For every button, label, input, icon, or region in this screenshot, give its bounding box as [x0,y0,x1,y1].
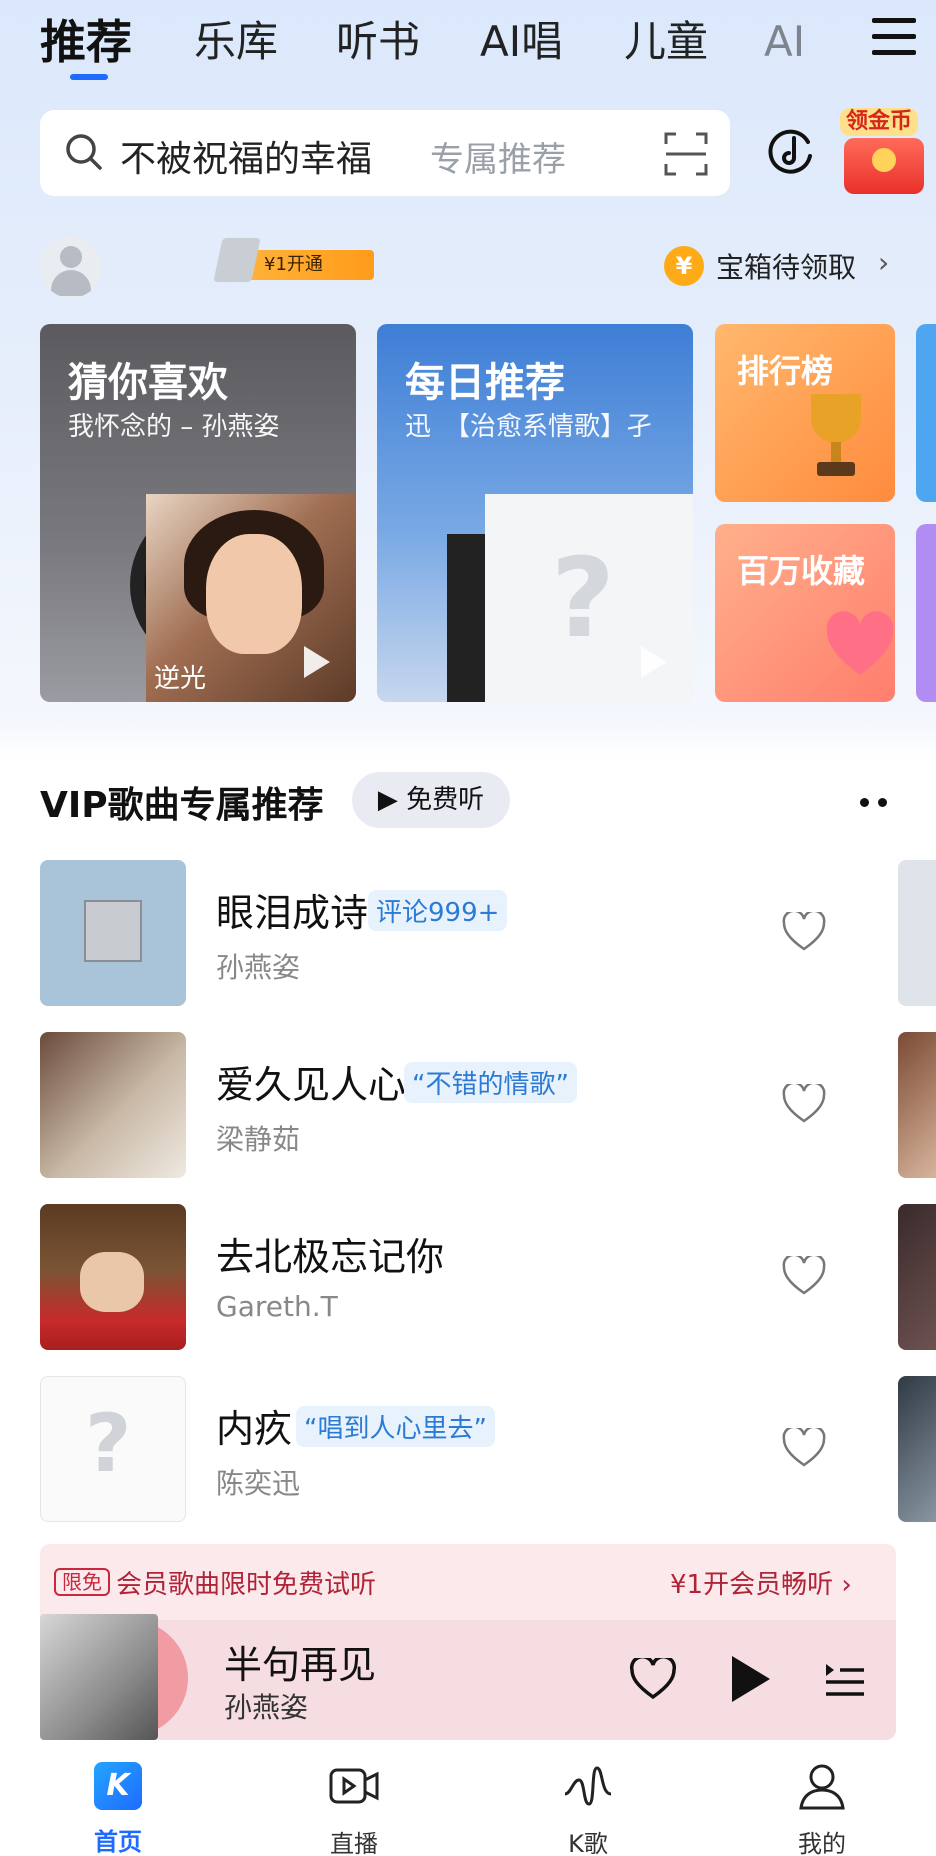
tab-kids[interactable]: 儿童 [624,14,708,70]
daily-recommend-card[interactable]: 每日推荐 迅 【治愈系情歌】孑 ? [377,324,693,702]
song-row[interactable]: 爱久见人心 “不错的情歌” 梁静茹 [40,1032,920,1178]
gold-coin-label: 领金币 [840,108,919,136]
treasure-text: 宝箱待领取 [716,251,857,284]
next-column-cover [898,860,936,1006]
song-cover: ? [40,1376,186,1522]
play-pause-icon[interactable] [732,1656,770,1702]
now-playing-cover [40,1614,190,1744]
song-cover [40,860,186,1006]
more-options-icon[interactable] [860,788,890,812]
nav-k-song[interactable]: K歌 [528,1760,648,1856]
nav-label: 首页 [94,1828,142,1856]
song-tag: “不错的情歌” [404,1062,577,1103]
like-heart-icon[interactable] [782,1084,826,1124]
nav-label: 我的 [798,1830,846,1856]
tab-ai-cut[interactable]: AI [764,14,805,70]
next-column-cover [898,1032,936,1178]
card-title: 猜你喜欢 [68,360,228,406]
mini-player[interactable]: 半句再见 孙燕姿 [40,1614,896,1740]
vip-open-badge[interactable]: ¥1开通 [213,238,378,284]
song-tag: 评论999+ [368,890,508,931]
song-row[interactable]: ? 内疚 “唱到人心里去” 陈奕迅 [40,1376,920,1522]
like-heart-icon[interactable] [782,1428,826,1468]
song-cover [40,1032,186,1178]
coin-icon: ¥ [664,246,704,286]
menu-icon[interactable] [872,18,916,56]
nav-live[interactable]: 直播 [294,1760,414,1856]
song-title: 去北极忘记你 [216,1235,445,1279]
guess-you-like-card[interactable]: 猜你喜欢 我怀念的 – 孙燕姿 逆光 [40,324,356,702]
question-mark-art: ? [551,534,615,662]
next-column-cover [898,1204,936,1350]
chart-card[interactable]: 排行榜 [715,324,895,502]
nav-label: K歌 [568,1830,608,1856]
tab-ai-sing[interactable]: AI唱 [480,14,563,70]
trophy-icon [811,394,861,476]
like-heart-icon[interactable] [782,912,826,952]
section-title: VIP歌曲专属推荐 [40,785,324,826]
song-artist: 陈奕迅 [216,1467,301,1500]
like-heart-icon[interactable] [782,1256,826,1296]
million-collect-card[interactable]: 百万收藏 [715,524,895,702]
cover-text: 逆光 [154,664,207,694]
limited-free-badge: 限免 [54,1568,110,1596]
card-title: 排行榜 [737,352,834,390]
play-icon[interactable] [641,646,667,678]
search-bar[interactable]: 不被祝福的幸福 专属推荐 [40,110,730,196]
song-artist: 孙燕姿 [216,951,301,984]
nav-label: 直播 [330,1830,378,1856]
song-title: 内疚 [216,1407,293,1451]
now-playing-title: 半句再见 [224,1643,377,1687]
search-hint: 专属推荐 [430,140,566,180]
k-song-icon [564,1766,612,1806]
song-artist: Gareth.T [216,1290,338,1323]
nav-home[interactable]: K 首页 [58,1760,178,1856]
bottom-nav: K 首页 直播 K歌 我的 [0,1744,936,1856]
tab-library[interactable]: 乐库 [194,14,278,70]
k-logo-icon: K [91,1762,145,1816]
song-tag: “唱到人心里去” [296,1406,495,1447]
active-tab-indicator [70,74,108,80]
next-card-peek [916,524,936,702]
song-row[interactable]: 去北极忘记你 Gareth.T [40,1204,920,1350]
song-artist: 梁静茹 [216,1123,301,1156]
heart-icon [826,611,894,675]
next-card-peek [916,324,936,502]
open-vip-link[interactable]: ¥1开会员畅听 › [670,1564,852,1601]
song-cover [40,1204,186,1350]
nav-profile[interactable]: 我的 [762,1760,882,1856]
card-subtitle: 迅 【治愈系情歌】孑 [405,412,653,442]
card-subtitle: 我怀念的 – 孙燕姿 [68,412,280,442]
scan-icon[interactable] [664,132,708,176]
gold-coin-button[interactable]: 领金币 [836,108,932,198]
song-row[interactable]: 眼泪成诗 评论999+ 孙燕姿 [40,860,920,1006]
avatar[interactable] [40,236,102,298]
live-icon [329,1768,379,1804]
favorite-heart-icon[interactable] [630,1658,676,1700]
card-title: 百万收藏 [737,552,866,590]
free-listen-button[interactable]: ▶ 免费听 [352,772,510,828]
playlist-queue-icon[interactable] [824,1658,866,1700]
card-title: 每日推荐 [405,360,565,406]
play-icon[interactable] [304,646,330,678]
question-mark-art: ? [85,1397,132,1490]
next-column-cover [898,1376,936,1522]
now-playing-artist: 孙燕姿 [224,1691,309,1724]
tab-audiobook[interactable]: 听书 [336,14,420,70]
top-tab-bar: 推荐 乐库 听书 AI唱 儿童 AI [40,14,900,80]
listen-recognize-icon[interactable] [764,124,818,178]
song-title: 眼泪成诗 [216,891,369,935]
search-icon [66,134,102,170]
tab-recommend[interactable]: 推荐 [40,14,132,70]
vip-promo-bar[interactable]: 限免 会员歌曲限时免费试听 ¥1开会员畅听 › [40,1544,896,1620]
profile-icon [799,1764,845,1810]
search-query: 不被祝福的幸福 [120,139,373,180]
red-envelope-icon [844,138,924,194]
song-title: 爱久见人心 [216,1063,407,1107]
promo-text: 会员歌曲限时免费试听 [116,1570,377,1600]
chevron-right-icon: › [878,246,890,279]
